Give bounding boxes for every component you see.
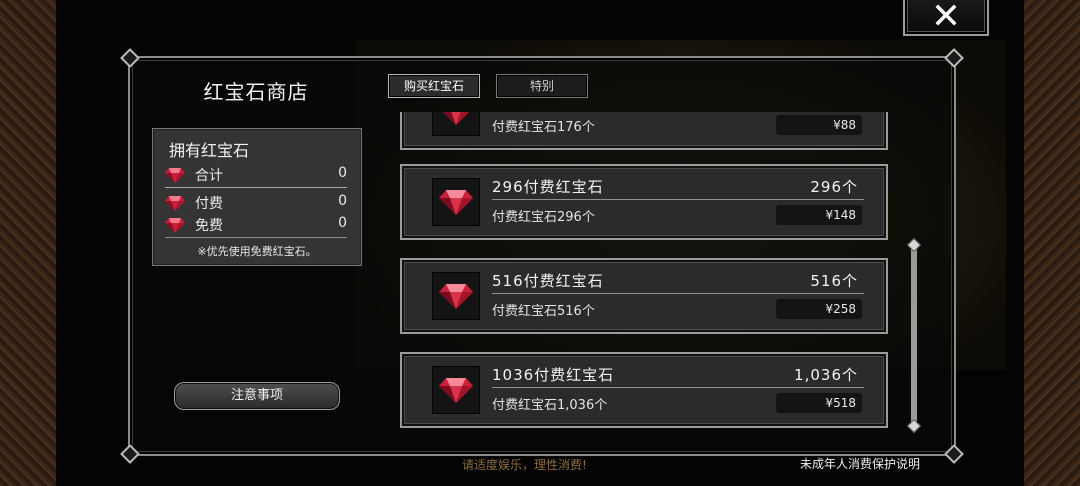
- owned-note: ※优先使用免费红宝石。: [197, 245, 317, 258]
- product-count: 516个: [810, 272, 858, 290]
- product-list[interactable]: 付费红宝石176个 ¥88 296付费红宝石 296个 付费红宝石296个 ¥1…: [396, 112, 894, 434]
- product-name: 516付费红宝石: [492, 272, 604, 290]
- product-subtitle: 付费红宝石1,036个: [492, 398, 608, 413]
- product-gem-frame: [432, 112, 480, 136]
- tab-special[interactable]: 特别: [496, 74, 588, 98]
- product-count: 1,036个: [794, 366, 858, 384]
- owned-paid-label: 付费: [195, 196, 223, 212]
- left-frame-texture: [0, 0, 56, 486]
- product-list-scrollbar[interactable]: [911, 244, 917, 428]
- close-icon: [935, 4, 957, 26]
- ruby-gem-icon: [165, 196, 185, 211]
- product-item-296[interactable]: 296付费红宝石 296个 付费红宝石296个 ¥148: [400, 164, 888, 240]
- product-name: 296付费红宝石: [492, 178, 604, 196]
- owned-total-row: 合计 0: [165, 165, 347, 185]
- owned-divider: [165, 237, 347, 238]
- minor-protection-link[interactable]: 未成年人消费保护说明: [800, 455, 920, 472]
- product-gem-frame: [432, 272, 480, 320]
- product-price: ¥258: [776, 299, 862, 319]
- owned-ruby-title: 拥有红宝石: [169, 141, 250, 160]
- product-item-1036[interactable]: 1036付费红宝石 1,036个 付费红宝石1,036个 ¥518: [400, 352, 888, 428]
- ruby-gem-icon: [165, 168, 185, 183]
- ruby-gem-icon: [439, 378, 473, 403]
- ruby-gem-icon: [439, 190, 473, 215]
- owned-total-value: 0: [338, 165, 347, 181]
- owned-divider: [165, 187, 347, 188]
- ruby-gem-icon: [165, 218, 185, 233]
- shop-title: 红宝石商店: [203, 80, 309, 104]
- close-button[interactable]: [903, 0, 989, 36]
- product-subtitle: 付费红宝石516个: [492, 304, 595, 319]
- ruby-gem-icon: [443, 112, 469, 125]
- product-price: ¥88: [776, 115, 862, 135]
- owned-free-value: 0: [338, 215, 347, 231]
- owned-paid-row: 付费 0: [165, 193, 347, 213]
- product-divider: [492, 387, 864, 388]
- ruby-gem-icon: [439, 284, 473, 309]
- responsible-play-notice: 请适度娱乐，理性消费!: [462, 458, 587, 472]
- owned-free-row: 免费 0: [165, 215, 347, 235]
- right-frame-texture: [1024, 0, 1080, 486]
- product-price: ¥518: [776, 393, 862, 413]
- notice-button[interactable]: 注意事项: [174, 382, 340, 410]
- owned-paid-value: 0: [338, 193, 347, 209]
- owned-ruby-box: 拥有红宝石 合计 0 付费 0 免费 0 ※优先使用免费红宝石。: [152, 128, 362, 266]
- owned-free-label: 免费: [195, 218, 223, 234]
- product-divider: [492, 293, 864, 294]
- tab-buy-ruby[interactable]: 购买红宝石: [388, 74, 480, 98]
- product-item-516[interactable]: 516付费红宝石 516个 付费红宝石516个 ¥258: [400, 258, 888, 334]
- owned-total-label: 合计: [195, 168, 223, 184]
- product-subtitle: 付费红宝石296个: [492, 210, 595, 225]
- product-gem-frame: [432, 178, 480, 226]
- product-divider: [492, 199, 864, 200]
- product-name: 1036付费红宝石: [492, 366, 615, 384]
- product-count: 296个: [810, 178, 858, 196]
- product-price: ¥148: [776, 205, 862, 225]
- product-item-176[interactable]: 付费红宝石176个 ¥88: [400, 112, 888, 150]
- product-subtitle: 付费红宝石176个: [492, 120, 595, 135]
- product-gem-frame: [432, 366, 480, 414]
